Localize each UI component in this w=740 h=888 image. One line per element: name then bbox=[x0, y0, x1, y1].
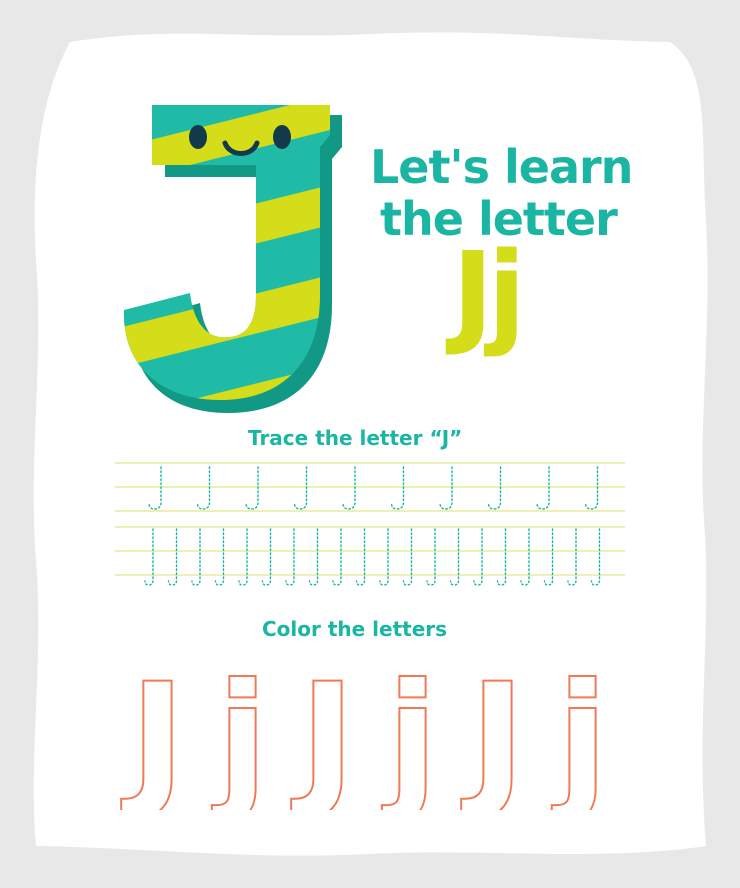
trace-letter-j[interactable] bbox=[245, 466, 259, 510]
trace-letter-j[interactable] bbox=[196, 466, 211, 510]
trace-letter-j[interactable] bbox=[285, 528, 295, 586]
featured-letters: Jj bbox=[452, 229, 526, 359]
trace-letter-j[interactable] bbox=[191, 528, 201, 586]
trace-letter-j[interactable] bbox=[293, 466, 308, 510]
trace-letter-j[interactable] bbox=[449, 528, 460, 586]
trace-letter-j[interactable] bbox=[308, 528, 319, 586]
trace-letter-j[interactable] bbox=[402, 528, 413, 586]
color-letter-uppercase-j[interactable]: J bbox=[290, 651, 357, 810]
trace-letter-j[interactable] bbox=[390, 466, 405, 510]
trace-letter-j[interactable] bbox=[332, 528, 342, 586]
trace-letter-j[interactable] bbox=[584, 466, 599, 510]
trace-letter-j[interactable] bbox=[214, 528, 225, 586]
trace-letter-j[interactable] bbox=[567, 528, 577, 586]
trace-row-2[interactable] bbox=[144, 528, 601, 586]
trace-letter-j[interactable] bbox=[473, 528, 483, 586]
trace-letter-j[interactable] bbox=[355, 528, 366, 586]
trace-letter-j[interactable] bbox=[238, 528, 248, 586]
trace-letter-j[interactable] bbox=[439, 466, 453, 510]
title-line-1: Let's learn bbox=[370, 140, 633, 194]
trace-letter-j[interactable] bbox=[342, 466, 356, 510]
color-letter-lowercase-j[interactable]: j bbox=[211, 651, 269, 810]
trace-letter-j[interactable] bbox=[426, 528, 436, 586]
color-letter-lowercase-j[interactable]: j bbox=[381, 651, 439, 810]
trace-letter-j[interactable] bbox=[144, 528, 154, 586]
color-letter-uppercase-j[interactable]: J bbox=[460, 651, 527, 810]
trace-row-1[interactable] bbox=[148, 466, 599, 510]
trace-letter-j[interactable] bbox=[379, 528, 389, 586]
trace-letter-j[interactable] bbox=[148, 466, 162, 510]
trace-letter-j[interactable] bbox=[496, 528, 507, 586]
trace-letter-j[interactable] bbox=[487, 466, 502, 510]
trace-letter-j[interactable] bbox=[590, 528, 601, 586]
smiling-striped-letter-j-icon bbox=[123, 105, 342, 413]
trace-letter-j[interactable] bbox=[520, 528, 530, 586]
trace-heading: Trace the letter “J” bbox=[248, 426, 463, 450]
coloring-area: JjJjJj bbox=[120, 651, 610, 810]
trace-letter-j[interactable] bbox=[543, 528, 554, 586]
tracing-practice-area bbox=[115, 462, 625, 586]
trace-letter-j[interactable] bbox=[536, 466, 550, 510]
color-letter-uppercase-j[interactable]: J bbox=[120, 651, 187, 810]
color-heading: Color the letters bbox=[262, 617, 448, 641]
trace-letter-j[interactable] bbox=[261, 528, 272, 586]
color-letter-lowercase-j[interactable]: j bbox=[551, 651, 609, 810]
trace-letter-j[interactable] bbox=[167, 528, 178, 586]
